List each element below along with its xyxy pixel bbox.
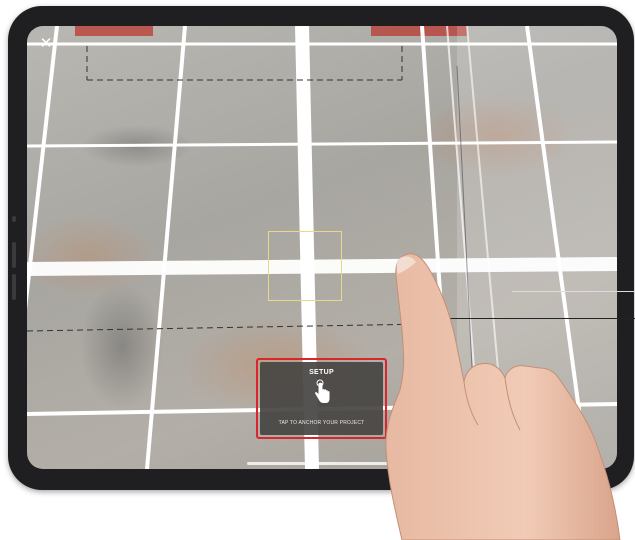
setup-card-body: SETUP TAP TO ANCHOR YOUR PROJECT [260,362,383,435]
ar-camera-view[interactable]: ✕ SETUP TAP TO ANCHOR YOUR PROJECT [27,26,617,469]
tablet-side-button [12,216,16,222]
tablet-volume-down-button [12,274,16,300]
setup-title: SETUP [309,369,334,376]
grid-line [27,26,59,310]
callout-dot [441,316,445,320]
tap-hand-icon [314,379,329,403]
grid-line [420,26,454,469]
project-outline [27,323,428,332]
setup-anchor-card[interactable]: SETUP TAP TO ANCHOR YOUR PROJECT [256,358,387,439]
home-indicator [247,462,397,465]
setup-caption: TAP TO ANCHOR YOUR PROJECT [278,420,365,426]
close-button[interactable]: ✕ [37,34,55,52]
anchor-target-box [268,231,342,301]
grid-line [145,26,187,469]
callout-line-upper [512,291,635,292]
overlay-panel [457,26,617,469]
tablet-volume-up-button [12,242,16,268]
callout-line-lower [443,318,635,319]
